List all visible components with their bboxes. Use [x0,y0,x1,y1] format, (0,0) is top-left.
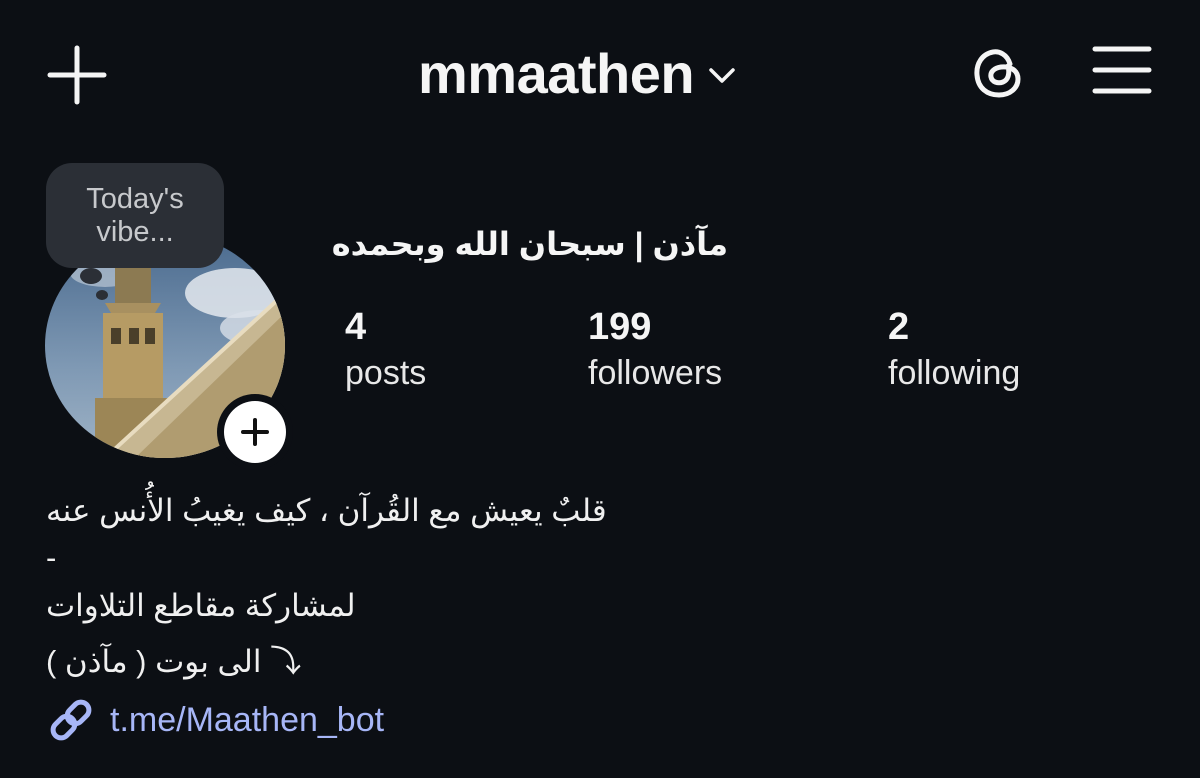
note-bubble-tail-small [96,290,108,300]
threads-icon [974,49,1021,98]
following-count-value: 2 [888,306,910,348]
followers-count-value: 199 [588,306,652,348]
profile-display-name: مآذن | سبحان الله وبحمده [331,226,728,262]
followers-count[interactable]: 199 followers [588,305,722,397]
following-count[interactable]: 2 following [888,305,1020,397]
bio-line: قلبٌ يعيش مع القُرآن ، كيف يغيبُ الأُنس … [46,493,607,528]
posts-count-label: posts [345,354,427,392]
plus-icon [241,418,269,446]
followers-count-label: followers [588,354,723,392]
posts-count-value: 4 [345,306,367,348]
profile-note-text: Today's vibe... [86,183,184,248]
link-icon [50,699,92,741]
posts-count: 4 posts [345,305,426,397]
plus-icon [47,45,107,105]
bio-line: لمشاركة مقاطع التلاوات [46,588,356,623]
bio-link[interactable]: t.me/Maathen_bot [46,695,384,745]
account-switcher[interactable]: mmaathen [418,38,736,108]
note-bubble-tail [80,268,102,284]
add-story-button[interactable] [217,394,293,470]
threads-button[interactable] [970,44,1028,102]
profile-username: mmaathen [418,41,695,105]
hamburger-menu-icon [1092,46,1152,94]
new-post-button[interactable] [46,44,108,106]
menu-button[interactable] [1092,44,1152,96]
following-count-label: following [888,354,1021,392]
chevron-down-icon [709,68,735,83]
bio-line: الى بوت ( مآذن ) ⤵ [46,644,302,679]
bio-link-text: t.me/Maathen_bot [110,700,385,739]
bio-line: - [46,540,57,575]
profile-note-bubble[interactable]: Today's vibe... [46,163,224,268]
